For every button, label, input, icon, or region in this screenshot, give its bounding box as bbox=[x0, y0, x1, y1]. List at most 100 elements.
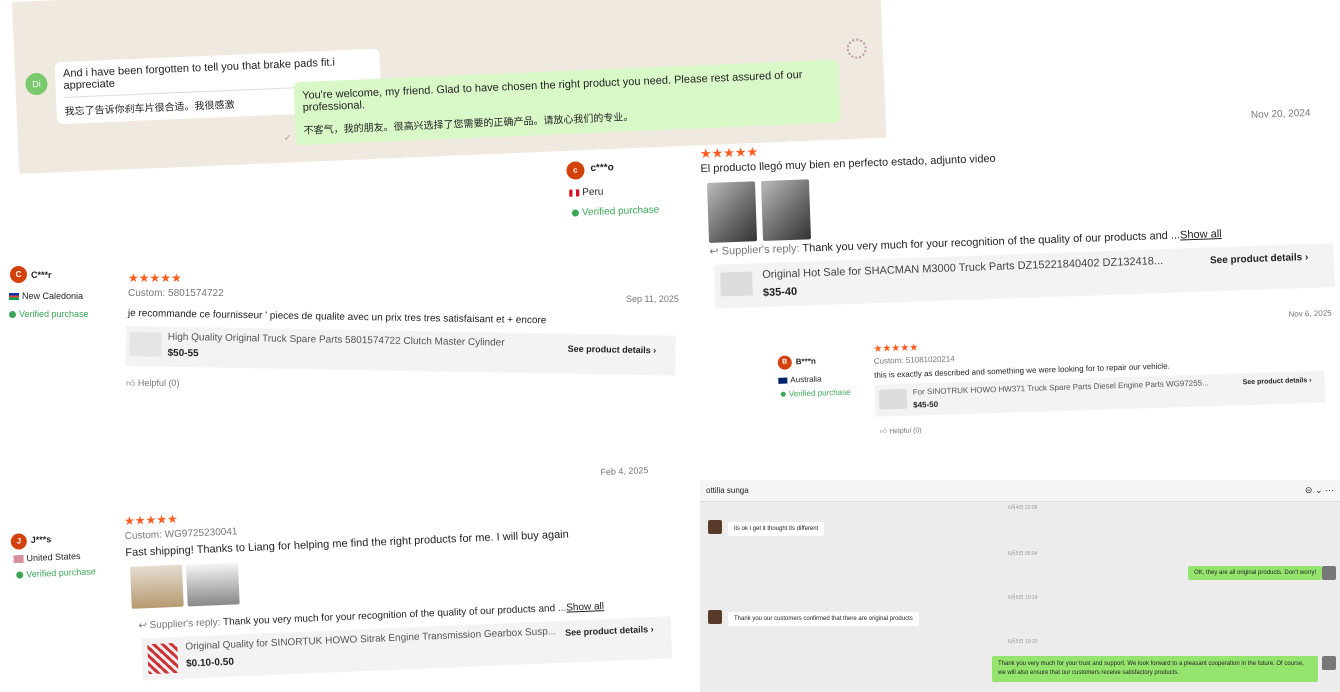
thumbs-up-icon: 👍︎ bbox=[879, 428, 888, 436]
incoming-message: Thank you our customers confirmed that t… bbox=[728, 612, 919, 626]
see-details-label: See product details bbox=[564, 624, 649, 638]
helpful-button[interactable]: 👍︎ Helpful (0) bbox=[880, 425, 922, 435]
country-name: United States bbox=[26, 550, 81, 564]
check-icon bbox=[780, 392, 786, 398]
chevron-right-icon: › bbox=[1309, 377, 1312, 385]
review-date: Sep 11, 2025 bbox=[626, 294, 679, 304]
outgoing-message: OK, they are all original products. Don'… bbox=[1188, 566, 1323, 580]
reviewer-name: J***s bbox=[30, 534, 52, 546]
avatar: c bbox=[566, 161, 585, 180]
custom-label: Custom: bbox=[124, 529, 163, 543]
review-date: Nov 20, 2024 bbox=[1250, 107, 1311, 121]
see-details-label: See product details bbox=[567, 343, 651, 356]
review-photo[interactable] bbox=[760, 179, 812, 241]
custom-field: Custom: 5801574722 bbox=[128, 288, 224, 299]
us-flag-icon bbox=[13, 555, 24, 563]
reviewer-name: C***r bbox=[31, 270, 52, 280]
helpful-label: Helpful (0) bbox=[889, 427, 922, 436]
product-price: $50-55 bbox=[167, 347, 199, 360]
see-details-label: See product details bbox=[1242, 377, 1308, 387]
custom-field: Custom: 51081020214 bbox=[874, 354, 955, 366]
verified-label: Verified purchase bbox=[581, 204, 660, 219]
reviewer-name: B***n bbox=[795, 356, 816, 367]
see-product-details-link[interactable]: See product details › bbox=[1210, 252, 1309, 266]
verified-badge: Verified purchase bbox=[780, 387, 851, 399]
show-all-link[interactable]: Show all bbox=[566, 601, 604, 614]
more-options-icon[interactable]: ⊝ ⌄ ··· bbox=[1305, 485, 1334, 496]
verified-label: Verified purchase bbox=[26, 566, 96, 580]
custom-value: WG9725230041 bbox=[164, 526, 238, 541]
avatar: Di bbox=[25, 72, 48, 96]
avatar bbox=[1322, 566, 1336, 580]
review-text: je recommande ce fournisseur ' pieces de… bbox=[127, 308, 547, 327]
product-price: $0.10-0.50 bbox=[185, 656, 235, 670]
verified-label: Verified purchase bbox=[19, 309, 89, 319]
country-name: Australia bbox=[790, 374, 822, 385]
supplier-reply-label: Supplier's reply: bbox=[149, 617, 221, 632]
thumbs-up-icon: 👍︎ bbox=[126, 378, 136, 388]
see-product-details-link[interactable]: See product details › bbox=[568, 344, 657, 356]
check-icon bbox=[571, 209, 580, 217]
message-timestamp: 6月5日 10:14 bbox=[1008, 595, 1038, 601]
outgoing-message: Thank you very much for your trust and s… bbox=[992, 656, 1318, 682]
reviewer-country: United States bbox=[13, 550, 81, 564]
new-caledonia-flag-icon bbox=[9, 293, 19, 301]
product-title: Original Hot Sale for SHACMAN M3000 Truc… bbox=[762, 255, 1164, 282]
message-timestamp: 6月5日 10:20 bbox=[1008, 639, 1038, 645]
avatar bbox=[708, 610, 722, 624]
avatar: B bbox=[777, 355, 793, 370]
sticker-icon bbox=[846, 38, 868, 60]
reviewer-name: c***o bbox=[590, 162, 614, 174]
product-title: High Quality Original Truck Spare Parts … bbox=[167, 331, 505, 349]
product-title: For SINOTRUK HOWO HW371 Truck Spare Part… bbox=[912, 378, 1209, 397]
product-thumbnail bbox=[878, 388, 908, 410]
product-price: $35-40 bbox=[762, 285, 798, 300]
reviewer-country: New Caledonia bbox=[9, 291, 83, 301]
country-name: Peru bbox=[582, 186, 604, 199]
contact-name: ottilia sunga bbox=[706, 486, 749, 495]
product-card[interactable]: High Quality Original Truck Spare Parts … bbox=[125, 326, 676, 376]
review-photo[interactable] bbox=[129, 564, 184, 609]
peru-flag-icon bbox=[569, 189, 580, 197]
verified-badge: Verified purchase bbox=[16, 566, 96, 579]
avatar bbox=[708, 520, 722, 534]
chat-header: ottilia sunga ⊝ ⌄ ··· bbox=[700, 480, 1340, 502]
custom-value: 51081020214 bbox=[905, 354, 955, 365]
reply-icon: ↩ bbox=[138, 620, 148, 632]
review-date: Feb 4, 2025 bbox=[600, 465, 649, 478]
country-name: New Caledonia bbox=[22, 291, 84, 301]
verified-badge: Verified purchase bbox=[9, 309, 89, 319]
product-thumbnail bbox=[720, 271, 753, 297]
review-new-caledonia: C C***r New Caledonia Verified purchase … bbox=[6, 262, 686, 397]
verified-badge: Verified purchase bbox=[571, 204, 660, 219]
helpful-label: Helpful (0) bbox=[137, 378, 180, 388]
custom-label: Custom: bbox=[873, 355, 904, 366]
see-details-label: See product details bbox=[1209, 252, 1303, 267]
review-united-states: Feb 4, 2025 J J***s United States Verifi… bbox=[6, 446, 695, 692]
australia-flag-icon bbox=[778, 377, 788, 384]
avatar: J bbox=[10, 533, 28, 550]
show-all-link[interactable]: Show all bbox=[1180, 228, 1222, 241]
custom-field: Custom: WG9725230041 bbox=[124, 526, 237, 542]
message-timestamp: 6月4日 22:08 bbox=[1008, 505, 1038, 511]
read-check-icon: ✓ bbox=[283, 132, 292, 143]
see-product-details-link[interactable]: See product details › bbox=[1243, 377, 1312, 386]
product-thumbnail bbox=[129, 332, 162, 357]
reply-icon: ↩ bbox=[709, 245, 719, 258]
verified-label: Verified purchase bbox=[788, 387, 851, 399]
review-photo[interactable] bbox=[706, 181, 758, 243]
see-product-details-link[interactable]: See product details › bbox=[565, 624, 654, 638]
product-price: $45-50 bbox=[913, 399, 939, 410]
helpful-button[interactable]: 👍︎ Helpful (0) bbox=[126, 378, 179, 389]
star-rating: ★★★★★ bbox=[873, 342, 919, 355]
chevron-right-icon: › bbox=[653, 345, 657, 356]
star-rating: ★★★★★ bbox=[699, 144, 759, 162]
chat-screenshot-2: ottilia sunga ⊝ ⌄ ··· 6月4日 22:08 its ok … bbox=[700, 480, 1340, 692]
star-rating: ★★★★★ bbox=[123, 511, 179, 529]
message-timestamp: 6月5日 05:04 bbox=[1008, 551, 1038, 557]
chevron-right-icon: › bbox=[650, 624, 654, 635]
check-icon bbox=[16, 571, 24, 579]
incoming-message: its ok i get it thought its different bbox=[728, 522, 825, 536]
review-photo[interactable] bbox=[185, 562, 240, 607]
review-australia: Nov 6, 2025 B B***n Australia Verified p… bbox=[772, 288, 1336, 446]
